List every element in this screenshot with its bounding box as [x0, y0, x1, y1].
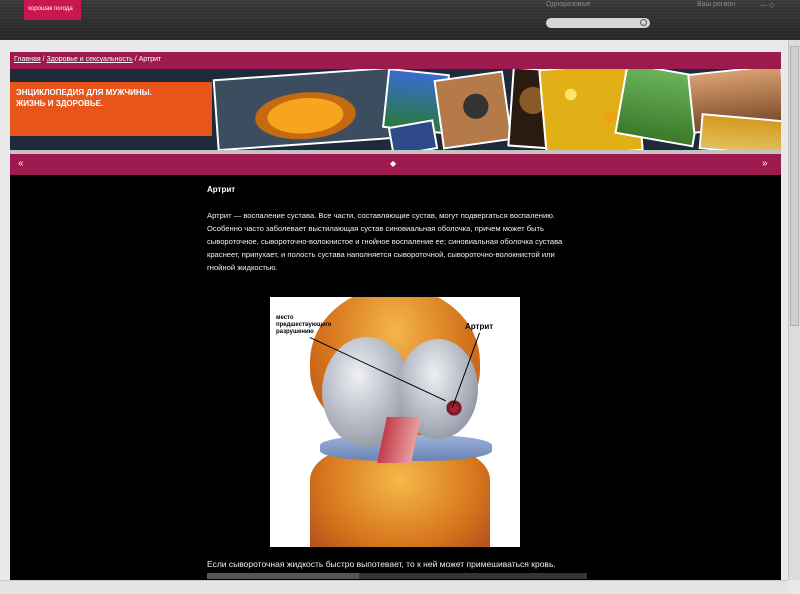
figure-label-left: место предшествующего разрушению [276, 315, 331, 336]
nav-divider [10, 150, 781, 154]
figure-label-right: Артрит [465, 322, 494, 331]
browser-top-bar: хорошая погода Одноразовые Ваш регион — … [0, 0, 800, 40]
site-logo[interactable]: хорошая погода [24, 0, 81, 20]
figure-label-left-2: предшествующего [276, 322, 332, 328]
double-chevron-right-icon[interactable]: » [762, 159, 768, 169]
diamond-icon[interactable]: ◆ [390, 159, 396, 169]
top-link-right[interactable]: Ваш регион [697, 1, 735, 8]
nav-bar: « ◆ » [10, 150, 781, 175]
article-area: Артрит Артрит — воспаление сустава. Все … [10, 175, 781, 580]
knee-joint-illustration: место предшествующего разрушению Артрит [270, 297, 520, 547]
search-icon[interactable] [640, 19, 647, 26]
horizontal-scrollbar[interactable] [0, 580, 788, 594]
article-bottom-text-cutoff [207, 573, 587, 579]
breadcrumb-separator: / [134, 56, 137, 63]
banner-car-image [212, 69, 398, 150]
double-chevron-left-icon[interactable]: « [18, 159, 24, 169]
breadcrumb-section[interactable]: Здоровье и сексуальность [47, 56, 133, 63]
window-controls[interactable]: — ◇ [760, 1, 774, 9]
banner-title-line1: ЭНЦИКЛОПЕДИЯ ДЛЯ МУЖЧИНЫ. [16, 88, 152, 97]
header-banner: ЭНЦИКЛОПЕДИЯ ДЛЯ МУЖЧИНЫ. ЖИЗНЬ И ЗДОРОВ… [10, 69, 781, 150]
article-body: Артрит — воспаление сустава. Все части, … [207, 211, 563, 272]
breadcrumb-bar: Главная / Здоровье и сексуальность / Арт… [10, 52, 781, 69]
search-input[interactable] [546, 18, 650, 28]
banner-photo-car2 [698, 113, 781, 150]
breadcrumb-home[interactable]: Главная [14, 56, 41, 63]
figure-label-left-1: место [276, 315, 294, 321]
logo-text: хорошая погода [28, 6, 73, 12]
article-title: Артрит [207, 185, 236, 194]
article-bottom-text: Если сывороточная жидкость быстро выпоте… [207, 559, 556, 569]
top-bar-texture [0, 0, 800, 40]
breadcrumb: Главная / Здоровье и сексуальность / Арт… [14, 56, 161, 63]
banner-photo-figure [433, 70, 513, 150]
vertical-scrollbar-thumb[interactable] [790, 46, 799, 326]
banner-title[interactable]: ЭНЦИКЛОПЕДИЯ ДЛЯ МУЖЧИНЫ. ЖИЗНЬ И ЗДОРОВ… [16, 87, 152, 109]
top-link-left[interactable]: Одноразовые [546, 1, 591, 8]
banner-title-line2: ЖИЗНЬ И ЗДОРОВЬЕ. [16, 99, 104, 108]
breadcrumb-separator: / [42, 56, 45, 63]
figure-label-left-3: разрушению [276, 329, 314, 335]
breadcrumb-current: Артрит [138, 56, 162, 63]
